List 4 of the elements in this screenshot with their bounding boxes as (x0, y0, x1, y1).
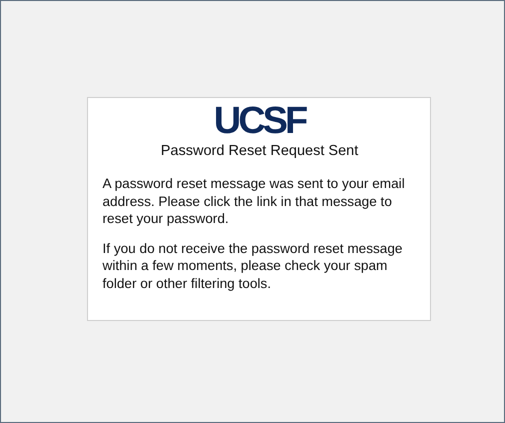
logo: UCSF (214, 101, 306, 141)
message-paragraph: If you do not receive the password reset message within a few moments, please check your spam folder or other filtering tools. (102, 240, 404, 292)
card-title: Password Reset Request Sent (160, 143, 358, 159)
message-paragraph: A password reset message was sent to your email address. Please click the link in that message to reset your password. (102, 175, 406, 228)
